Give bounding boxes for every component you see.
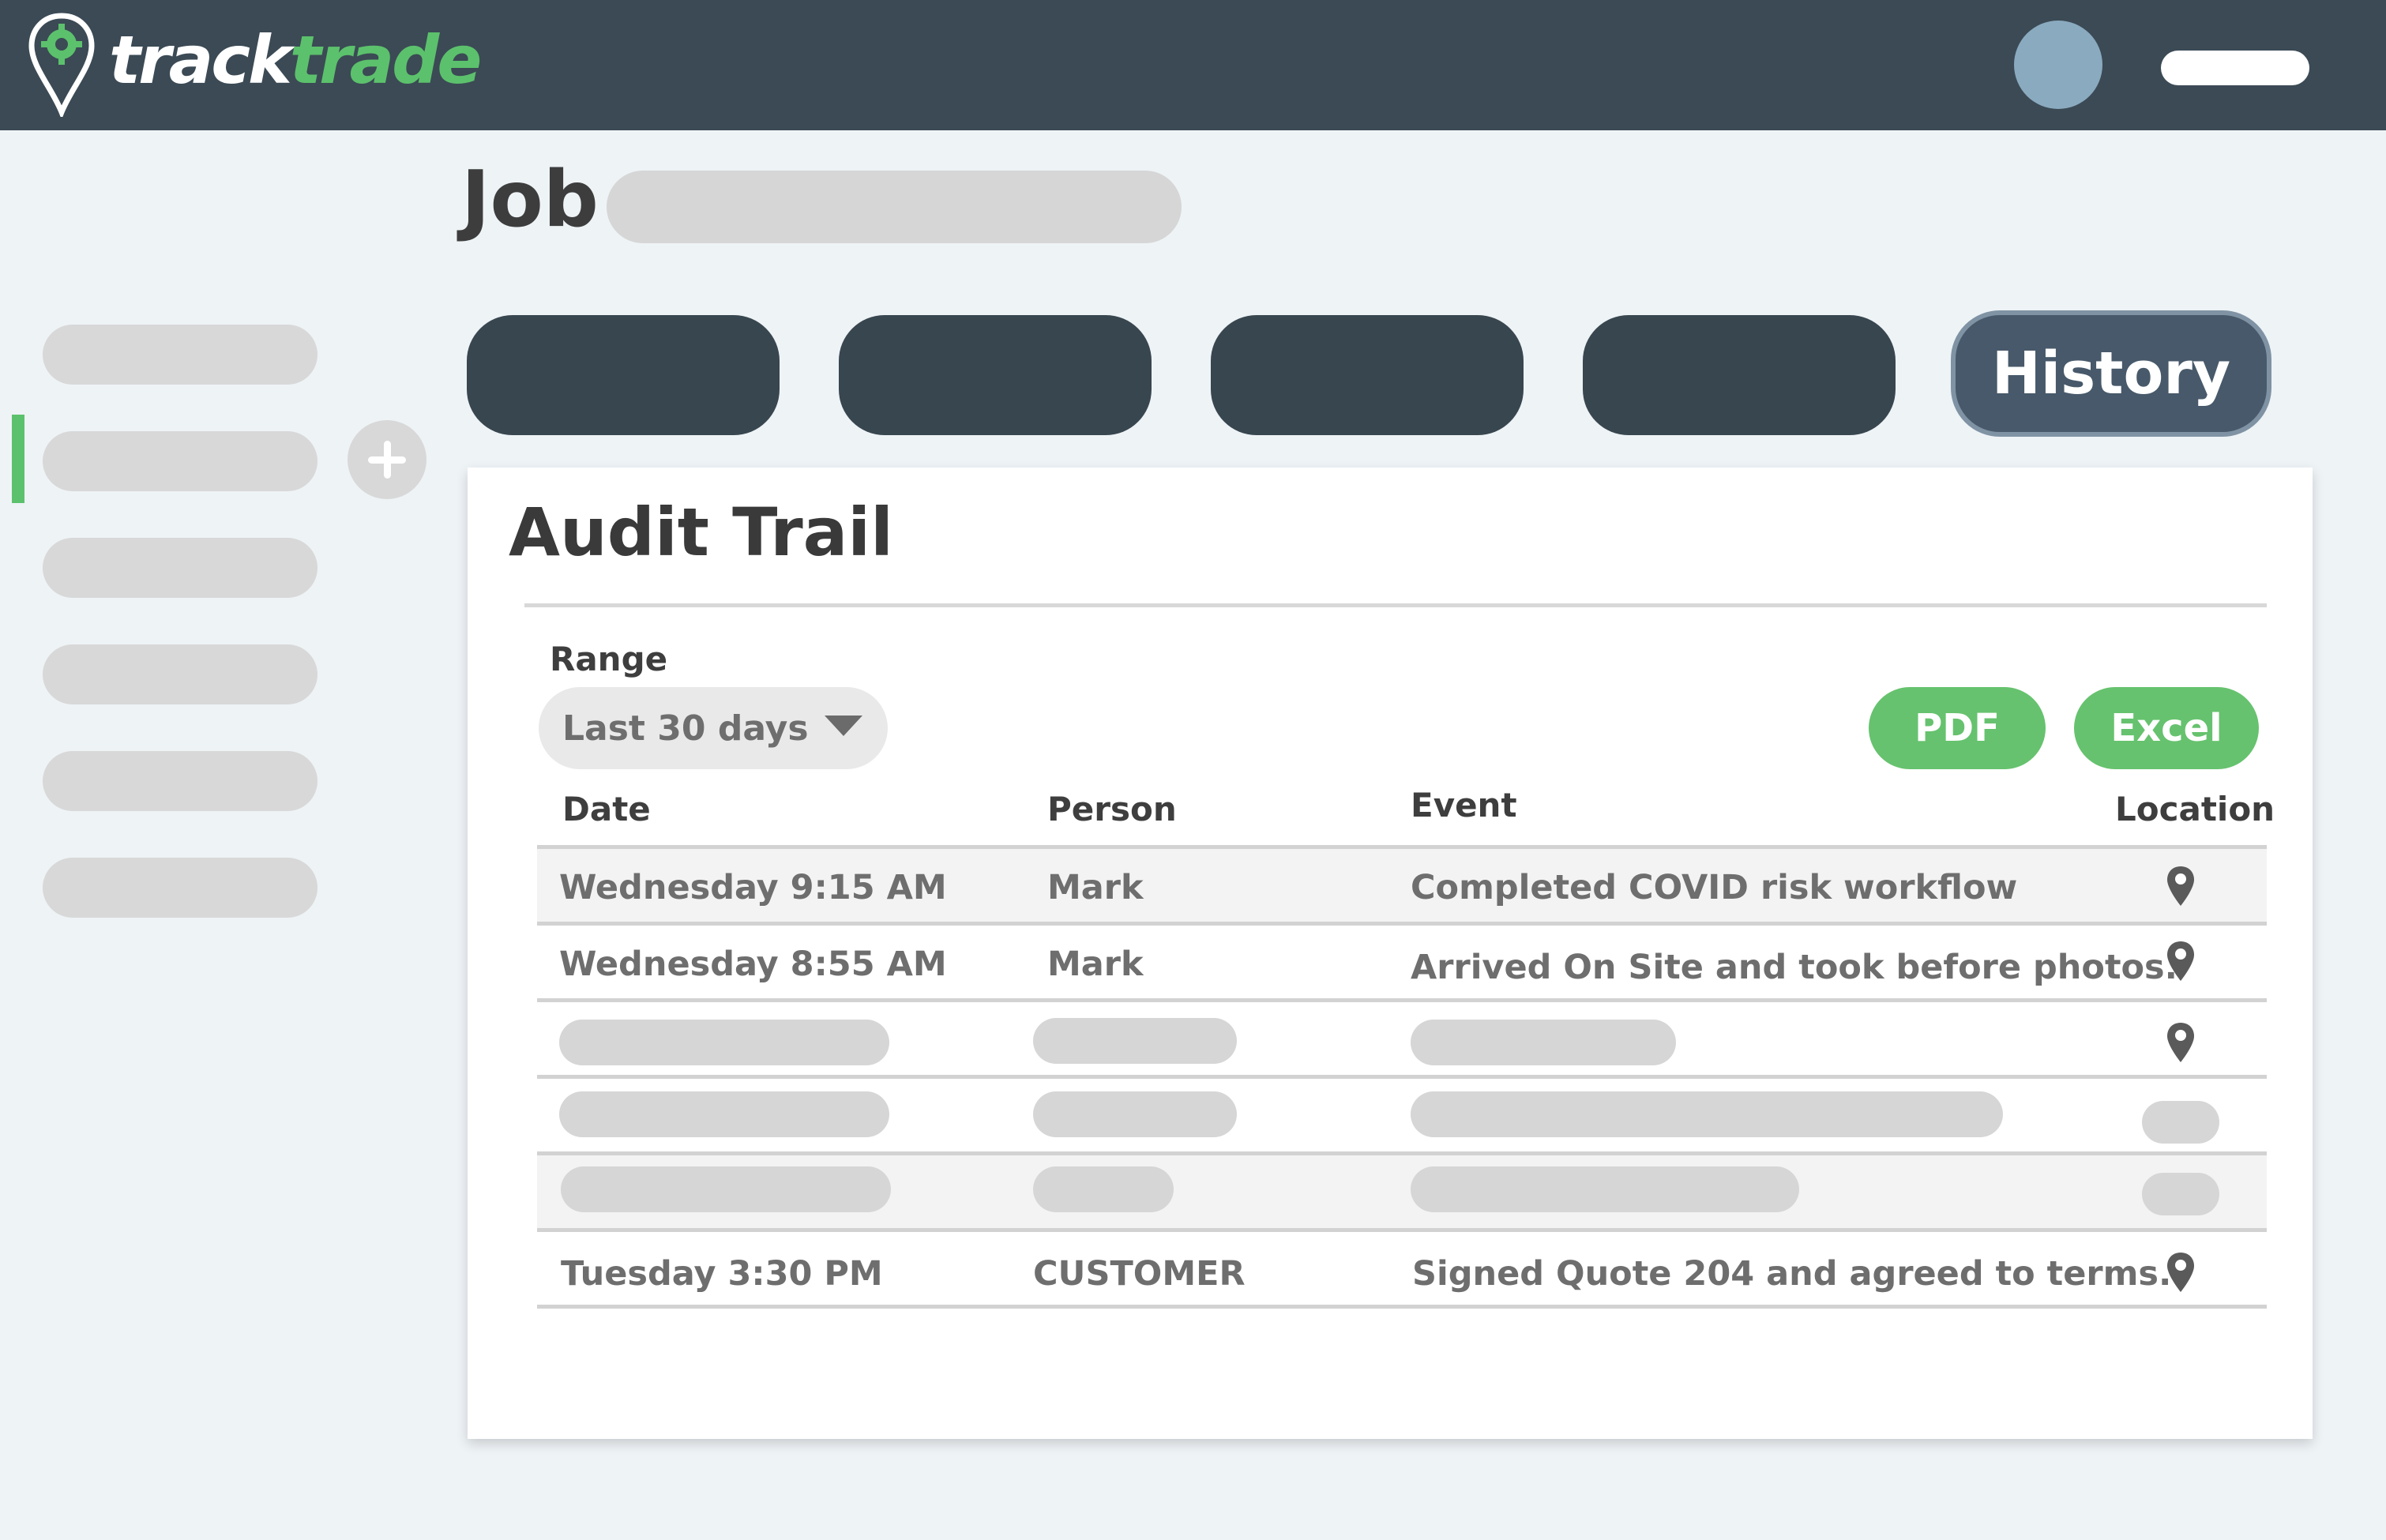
tab-4[interactable] bbox=[1583, 315, 1896, 435]
table-row[interactable]: Wednesday 9:15 AM Mark Completed COVID r… bbox=[537, 849, 2267, 926]
sidebar-item-3[interactable] bbox=[43, 538, 318, 598]
map-pin-icon[interactable] bbox=[2166, 1251, 2196, 1294]
table-row[interactable]: Tuesday 3:30 PM CUSTOMER Signed Quote 20… bbox=[537, 1232, 2267, 1309]
person-placeholder bbox=[1033, 1166, 1174, 1212]
tab-history[interactable]: History bbox=[1951, 310, 2271, 437]
sidebar-item-6[interactable] bbox=[43, 858, 318, 918]
person-placeholder bbox=[1033, 1018, 1237, 1064]
table-row[interactable] bbox=[537, 1002, 2267, 1079]
person-placeholder bbox=[1033, 1091, 1237, 1137]
card-divider bbox=[524, 603, 2267, 607]
table-row[interactable] bbox=[537, 1155, 2267, 1232]
column-header-person[interactable]: Person bbox=[1047, 790, 1177, 828]
cell-event: Completed COVID risk workflow bbox=[1411, 868, 2018, 907]
date-placeholder bbox=[559, 1020, 889, 1065]
range-select-value: Last 30 days bbox=[562, 708, 809, 749]
cell-person: Mark bbox=[1047, 868, 1144, 907]
tab-3[interactable] bbox=[1211, 315, 1524, 435]
map-pin-icon[interactable] bbox=[2166, 1021, 2196, 1064]
cell-date: Wednesday 8:55 AM bbox=[559, 945, 947, 984]
audit-trail-card: Audit Trail Range Last 30 days PDF Excel… bbox=[468, 468, 2313, 1439]
event-placeholder bbox=[1411, 1091, 2003, 1137]
sidebar-item-1[interactable] bbox=[43, 325, 318, 385]
logo-wordmark: tracktrade bbox=[109, 21, 482, 99]
table-row[interactable] bbox=[537, 1079, 2267, 1155]
tab-1[interactable] bbox=[467, 315, 780, 435]
date-placeholder bbox=[561, 1166, 891, 1212]
cell-person: CUSTOMER bbox=[1033, 1254, 1246, 1294]
page-title: Job bbox=[461, 155, 599, 245]
location-placeholder bbox=[2142, 1173, 2219, 1215]
top-bar: tracktrade bbox=[0, 0, 2386, 130]
tab-2[interactable] bbox=[839, 315, 1152, 435]
excel-export-button[interactable]: Excel bbox=[2074, 687, 2259, 769]
sidebar-item-4[interactable] bbox=[43, 644, 318, 704]
sidebar-active-indicator bbox=[12, 415, 24, 503]
event-placeholder bbox=[1411, 1166, 1799, 1212]
sidebar-item-2[interactable] bbox=[43, 431, 318, 491]
logo-pin-icon bbox=[28, 13, 95, 117]
event-placeholder bbox=[1411, 1020, 1676, 1065]
add-button[interactable] bbox=[348, 420, 426, 499]
card-title: Audit Trail bbox=[509, 494, 893, 571]
user-menu-placeholder[interactable] bbox=[2161, 51, 2309, 85]
cell-date: Tuesday 3:30 PM bbox=[561, 1254, 883, 1294]
job-name-placeholder bbox=[607, 171, 1182, 243]
range-select[interactable]: Last 30 days bbox=[539, 687, 888, 769]
column-header-event[interactable]: Event bbox=[1411, 786, 1517, 824]
cell-event: Signed Quote 204 and agreed to terms. bbox=[1412, 1254, 2172, 1294]
date-placeholder bbox=[559, 1091, 889, 1137]
column-header-date[interactable]: Date bbox=[562, 790, 651, 828]
map-pin-icon[interactable] bbox=[2166, 865, 2196, 907]
cell-person: Mark bbox=[1047, 945, 1144, 984]
table-row[interactable]: Wednesday 8:55 AM Mark Arrived On Site a… bbox=[537, 926, 2267, 1002]
column-header-location[interactable]: Location bbox=[2115, 790, 2275, 828]
caret-down-icon bbox=[825, 716, 862, 736]
map-pin-icon[interactable] bbox=[2166, 940, 2196, 982]
cell-event: Arrived On Site and took before photos. bbox=[1411, 948, 2177, 987]
location-placeholder bbox=[2142, 1101, 2219, 1144]
sidebar-item-5[interactable] bbox=[43, 751, 318, 811]
user-avatar[interactable] bbox=[2014, 21, 2102, 109]
pdf-export-button[interactable]: PDF bbox=[1869, 687, 2046, 769]
range-label: Range bbox=[550, 640, 668, 678]
cell-date: Wednesday 9:15 AM bbox=[559, 868, 947, 907]
